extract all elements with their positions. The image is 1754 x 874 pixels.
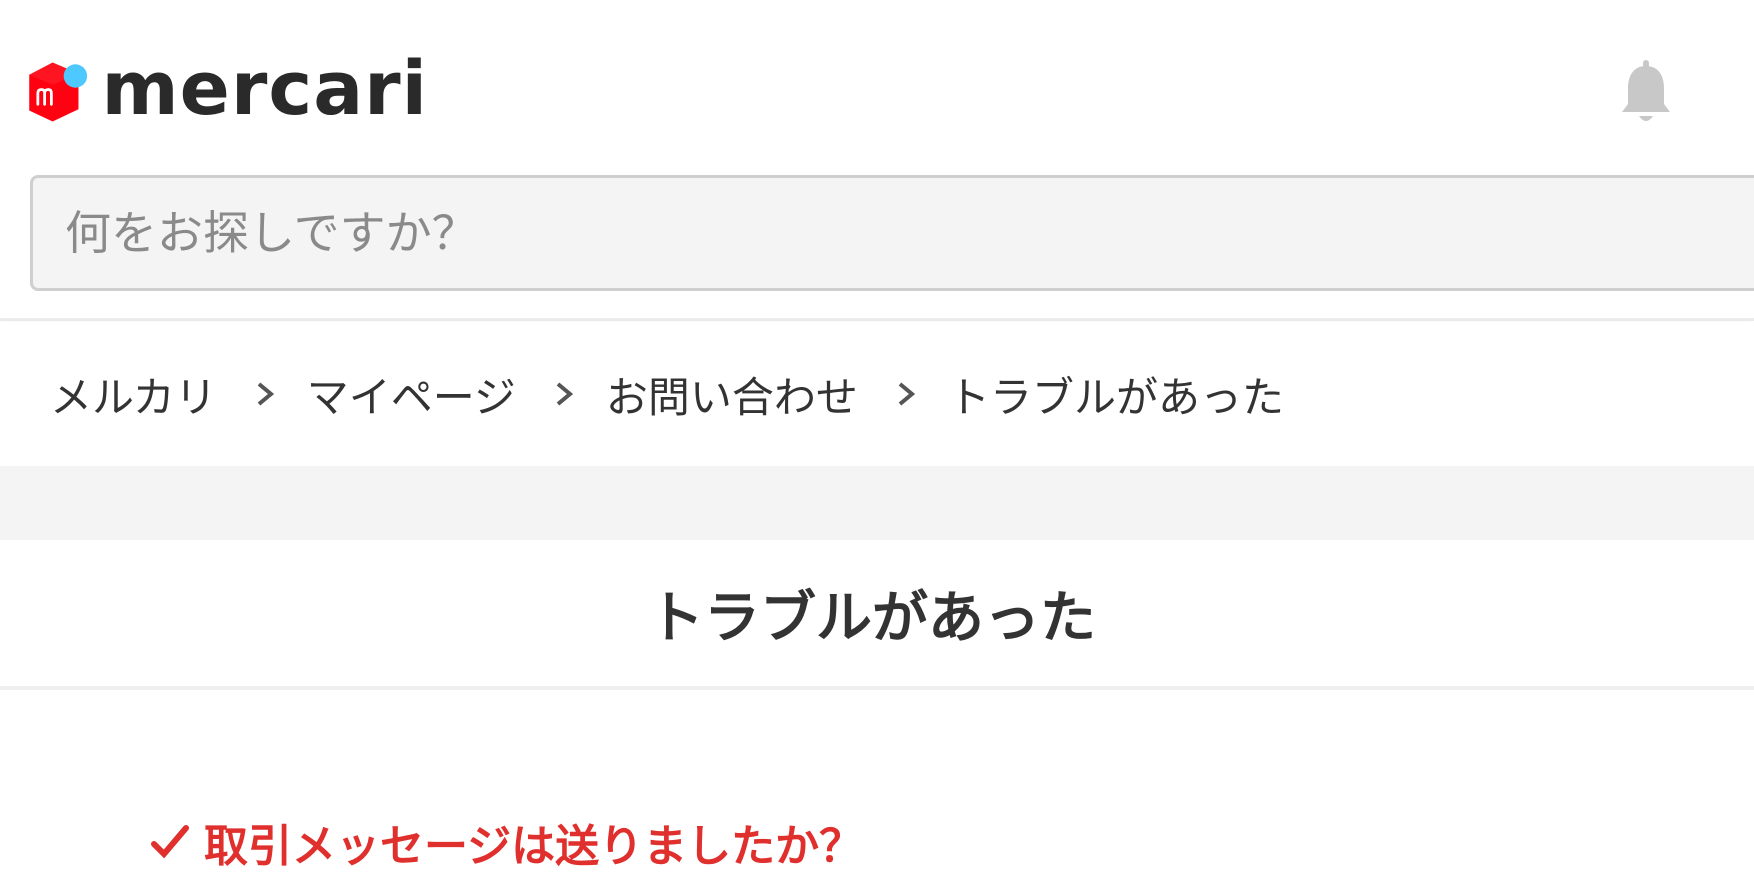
breadcrumb-item-mercari[interactable]: メルカリ bbox=[50, 364, 217, 425]
breadcrumb-item-current: トラブルがあった bbox=[947, 372, 1284, 422]
title-section: トラブルがあった bbox=[0, 540, 1754, 686]
question-label: 取引メッセージは送りましたか？ bbox=[204, 821, 864, 872]
logo-wordmark: mercari bbox=[101, 46, 428, 132]
search-input[interactable] bbox=[33, 178, 1754, 288]
question-message-sent-link[interactable]: 取引メッセージは送りましたか？ bbox=[150, 810, 863, 874]
breadcrumb-item-contact[interactable]: お問い合わせ bbox=[606, 364, 858, 425]
chevron-right-icon bbox=[556, 382, 574, 406]
breadcrumb: メルカリ マイページ お問い合わせ トラブルがあった bbox=[0, 322, 1754, 466]
section-spacer bbox=[0, 466, 1754, 540]
page-title: トラブルがあった bbox=[648, 585, 1096, 651]
header-divider bbox=[0, 318, 1754, 321]
bell-icon[interactable] bbox=[1618, 60, 1674, 126]
app-header: mercari bbox=[0, 0, 1754, 320]
breadcrumb-item-mypage[interactable]: マイページ bbox=[307, 364, 516, 425]
mercari-logo[interactable]: mercari bbox=[28, 42, 428, 142]
chevron-right-icon bbox=[257, 382, 274, 406]
chevron-right-icon bbox=[898, 382, 916, 406]
mercari-logo-icon bbox=[29, 62, 88, 122]
main-content: 取引メッセージは送りましたか？ bbox=[0, 690, 1754, 872]
search-box[interactable] bbox=[30, 175, 1754, 291]
check-icon bbox=[151, 825, 189, 859]
